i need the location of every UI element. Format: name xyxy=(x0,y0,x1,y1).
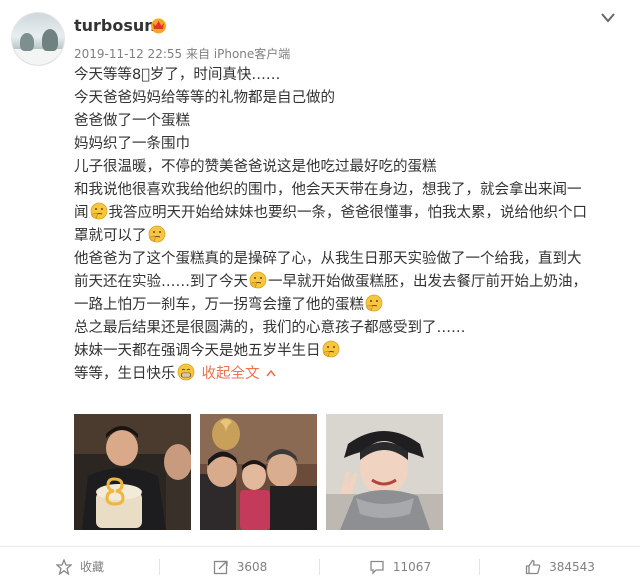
photo-mother-selfie[interactable] xyxy=(326,414,443,530)
chevron-down-icon[interactable] xyxy=(600,12,616,24)
post-text-line: 等等，生日快乐 收起全文 xyxy=(74,363,622,386)
post-text-line: 前天还在实验……到了今天 一早就开始做蛋糕胚，出发去餐厅前开始上奶油， xyxy=(74,271,622,294)
favorite-button[interactable]: 收藏 xyxy=(0,547,160,586)
thinking-emoji-icon xyxy=(322,340,339,358)
post-text-line: 一路上怕万一刹车，万一拐弯会撞了他的蛋糕 xyxy=(74,294,622,317)
star-icon xyxy=(55,558,72,575)
post-text-line: 罩就可以了 xyxy=(74,225,622,248)
post-text-segment: 爸爸做了一个蛋糕 xyxy=(74,113,190,129)
collapse-text-link[interactable]: 收起全文 xyxy=(202,366,260,382)
post-text-segment: 今天等等8⃣岁了，时间真快…… xyxy=(74,67,281,83)
grin-emoji-icon xyxy=(177,363,194,381)
post-text-line: 儿子很温暖，不停的赞美爸爸说这是他吃过最好吃的蛋糕 xyxy=(74,156,622,179)
post-text-segment: 一早就开始做蛋糕胚，出发去餐厅前开始上奶油， xyxy=(268,274,587,290)
post-text-segment: 和我说他很喜欢我给他织的围巾，他会天天带在身边，想我了，就会拿出来闻一 xyxy=(74,182,582,198)
photo-grid xyxy=(74,414,443,530)
thinking-emoji-icon xyxy=(249,271,267,289)
post-text-line: 妈妈织了一条围巾 xyxy=(74,133,622,156)
post-text-line: 闻 我答应明天开始给妹妹也要织一条，爸爸很懂事，怕我太累，说给他织个口 xyxy=(74,202,622,225)
comment-icon xyxy=(370,560,384,575)
post-text-line: 妹妹一天都在强调今天是她五岁半生日 xyxy=(74,340,622,363)
post-text-line: 今天爸爸妈妈给等等的礼物都是自己做的 xyxy=(74,87,622,110)
post-text-segment: 前天还在实验……到了今天 xyxy=(74,274,248,290)
post-text-segment: 今天爸爸妈妈给等等的礼物都是自己做的 xyxy=(74,90,335,106)
photo-boy-with-cake[interactable] xyxy=(74,414,191,530)
favorite-label: 收藏 xyxy=(79,560,104,574)
post-text-line: 总之最后结果还是很圆满的，我们的心意孩子都感受到了…… xyxy=(74,317,622,340)
username[interactable]: turbosun xyxy=(74,16,156,35)
repost-count: 3608 xyxy=(236,559,268,574)
user-avatar[interactable] xyxy=(11,12,65,66)
action-bar: 收藏 3608 11067 384543 xyxy=(0,547,640,586)
post-text-segment: 罩就可以了 xyxy=(74,228,147,244)
post-text-segment: 一路上怕万一刹车，万一拐弯会撞了他的蛋糕 xyxy=(74,297,364,313)
thinking-emoji-icon xyxy=(365,294,383,312)
vip-badge-icon[interactable] xyxy=(150,17,167,34)
thinking-emoji-icon xyxy=(148,225,165,243)
repost-button[interactable]: 3608 xyxy=(160,547,320,586)
thumbs-up-icon xyxy=(525,559,541,574)
post-text-segment: 妹妹一天都在强调今天是她五岁半生日 xyxy=(74,343,321,359)
post-text-segment: 总之最后结果还是很圆满的，我们的心意孩子都感受到了…… xyxy=(74,320,466,336)
post-text-line: 今天等等8⃣岁了，时间真快…… xyxy=(74,64,622,87)
repost-icon xyxy=(213,560,228,574)
post-text-line: 爸爸做了一个蛋糕 xyxy=(74,110,622,133)
thinking-emoji-icon xyxy=(90,202,107,220)
photo-family-kiss[interactable] xyxy=(200,414,317,530)
post-meta: 2019-11-12 22:55 来自 iPhone客户端 xyxy=(74,47,291,61)
comment-button[interactable]: 11067 xyxy=(320,547,480,586)
post-text-segment: 等等，生日快乐 xyxy=(74,366,176,382)
comment-count: 11067 xyxy=(392,559,432,574)
post-text: 今天等等8⃣岁了，时间真快…… 今天爸爸妈妈给等等的礼物都是自己做的 爸爸做了一个蛋… xyxy=(74,64,622,386)
post-text-segment: 他爸爸为了这个蛋糕真的是操碎了心，从我生日那天实验做了一个给我，直到大 xyxy=(74,251,582,267)
post-text-line: 他爸爸为了这个蛋糕真的是操碎了心，从我生日那天实验做了一个给我，直到大 xyxy=(74,248,622,271)
like-count: 384543 xyxy=(549,559,595,574)
post-text-segment: 我答应明天开始给妹妹也要织一条，爸爸很懂事，怕我太累，说给他织个口 xyxy=(108,205,588,221)
weibo-post-card: turbosun 2019-11-12 22:55 来自 iPhone客户端 今… xyxy=(0,0,640,586)
post-text-segment: 儿子很温暖，不停的赞美爸爸说这是他吃过最好吃的蛋糕 xyxy=(74,159,437,175)
like-button[interactable]: 384543 xyxy=(480,547,640,586)
chevron-up-icon[interactable] xyxy=(265,369,276,377)
post-text-segment: 妈妈织了一条围巾 xyxy=(74,136,190,152)
post-text-line: 和我说他很喜欢我给他织的围巾，他会天天带在身边，想我了，就会拿出来闻一 xyxy=(74,179,622,202)
post-text-segment: 闻 xyxy=(74,205,89,221)
